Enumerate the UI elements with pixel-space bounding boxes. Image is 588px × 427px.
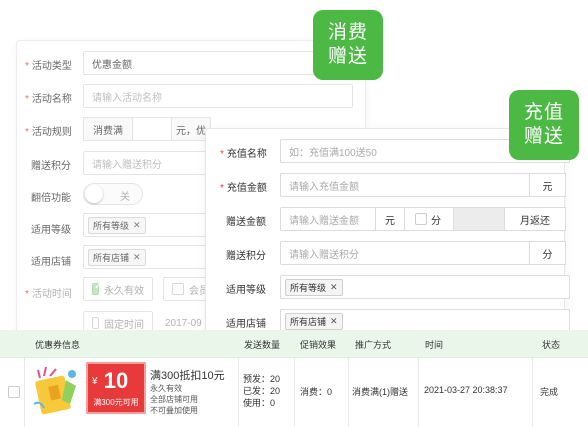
close-icon[interactable]: ✕ — [133, 252, 141, 263]
gift-bag-illustration — [33, 366, 76, 415]
activity-type-label: 活动类型 — [25, 57, 72, 72]
table-header: 优惠券信息 发送数量 促销效果 推广方式 时间 状态 — [0, 330, 588, 358]
activity-rule-label: 活动规则 — [25, 123, 72, 138]
permanent-label: 永久有效 — [104, 285, 144, 297]
column-divider — [24, 358, 25, 427]
store-tag: 所有店铺 ✕ — [285, 312, 343, 330]
activity-name-label: 活动名称 — [25, 90, 72, 105]
recharge-name-label: 充值名称 — [220, 145, 267, 160]
gift-points-label: 赠送积分 — [31, 161, 71, 172]
badge-line2: 赠送 — [327, 46, 368, 67]
row-checkbox[interactable] — [8, 386, 20, 398]
gift-points-input[interactable]: 请输入赠送积分 — [280, 241, 530, 265]
gift-amount-input[interactable]: 请输入赠送金额 — [280, 207, 376, 231]
installment-label: 分 — [431, 215, 441, 227]
store-tag: 所有店铺 ✕ — [88, 248, 146, 266]
double-toggle[interactable]: 关 — [83, 183, 143, 205]
time-value: 2021-03-27 20:38:37 — [424, 385, 508, 395]
send-used: 使用：0 — [243, 398, 276, 408]
column-divider — [418, 358, 419, 427]
monthly-return: 月返还 — [504, 207, 566, 231]
promo-value: 消费满(1)赠送 — [352, 387, 408, 397]
consumption-gift-badge: 消费 赠送 — [313, 10, 383, 80]
badge-line2: 赠送 — [523, 126, 564, 147]
column-divider — [532, 358, 533, 427]
coupon-value: 10 — [103, 368, 129, 393]
recharge-amount-input[interactable]: 请输入充值金额 — [280, 173, 530, 197]
recharge-amount-label: 充值金额 — [220, 179, 267, 194]
gift-points-unit: 分 — [529, 241, 566, 265]
store-select[interactable]: 所有店铺 ✕ — [83, 245, 213, 269]
coupon-title: 满300抵扣10元 — [150, 370, 225, 382]
th-status: 状态 — [542, 340, 561, 350]
coupon-validity: 永久有效 — [150, 384, 182, 393]
checkbox-icon — [415, 213, 427, 225]
coupon-condition: 满300元可用 — [93, 398, 139, 407]
time-label: 活动时间 — [25, 285, 72, 300]
coupon-stacking: 不可叠加使用 — [150, 406, 198, 415]
permanent-option[interactable]: 永久有效 — [83, 277, 153, 301]
coupon-table: 优惠券信息 发送数量 促销效果 推广方式 时间 状态 ¥ 10 满300元可用 … — [0, 330, 588, 427]
fixed-time-label: 固定时间 — [104, 319, 144, 331]
store-label: 适用店铺 — [226, 319, 266, 330]
column-divider — [348, 358, 349, 427]
installment-months-input[interactable] — [453, 207, 505, 231]
rule-prefix: 消费满 — [83, 117, 133, 141]
close-icon[interactable]: ✕ — [330, 316, 338, 327]
gift-points-label: 赠送积分 — [226, 251, 266, 262]
recharge-gift-form: 充值名称 如：充值满100送50 充值金额 请输入充值金额 元 赠送金额 请输入… — [205, 128, 570, 343]
gift-points-input[interactable]: 请输入赠送积分 — [83, 151, 213, 175]
checkbox-icon — [92, 317, 99, 329]
close-icon[interactable]: ✕ — [133, 220, 141, 231]
close-icon[interactable]: ✕ — [330, 282, 338, 293]
rule-amount-input[interactable] — [132, 117, 172, 141]
toggle-text: 关 — [120, 192, 130, 203]
double-label: 翻倍功能 — [31, 193, 71, 204]
checkbox-icon — [172, 283, 184, 295]
status-value: 完成 — [540, 387, 559, 397]
level-tag: 所有等级 ✕ — [88, 216, 146, 234]
th-effect: 促销效果 — [300, 340, 337, 350]
checkbox-checked-icon — [92, 281, 102, 295]
column-divider — [238, 358, 239, 427]
th-promotion: 推广方式 — [355, 340, 392, 350]
th-send-count: 发送数量 — [244, 340, 281, 350]
store-label: 适用店铺 — [31, 257, 71, 268]
gift-amount-unit: 元 — [375, 207, 405, 231]
recharge-gift-badge: 充值 赠送 — [509, 90, 579, 160]
fixed-time-value: 2017-09 — [165, 318, 202, 329]
coupon-scope: 全部店铺可用 — [150, 395, 198, 404]
level-label: 适用等级 — [31, 225, 71, 236]
th-time: 时间 — [425, 340, 444, 350]
badge-line1: 充值 — [523, 102, 564, 123]
toggle-knob — [85, 185, 103, 203]
level-select[interactable]: 所有等级 ✕ — [83, 213, 213, 237]
effect-value: 消费：0 — [300, 387, 333, 397]
recharge-unit: 元 — [529, 173, 566, 197]
level-label: 适用等级 — [226, 285, 266, 296]
level-tag: 所有等级 ✕ — [285, 278, 343, 296]
level-select[interactable]: 所有等级 ✕ — [280, 275, 570, 299]
badge-line1: 消费 — [327, 22, 368, 43]
installment-option[interactable]: 分 — [404, 207, 454, 231]
column-divider — [294, 358, 295, 427]
th-coupon-info: 优惠券信息 — [35, 340, 81, 350]
coupon-card: ¥ 10 满300元可用 — [86, 362, 146, 414]
gift-amount-label: 赠送金额 — [226, 217, 266, 228]
activity-name-input[interactable]: 请输入活动名称 — [83, 84, 353, 108]
